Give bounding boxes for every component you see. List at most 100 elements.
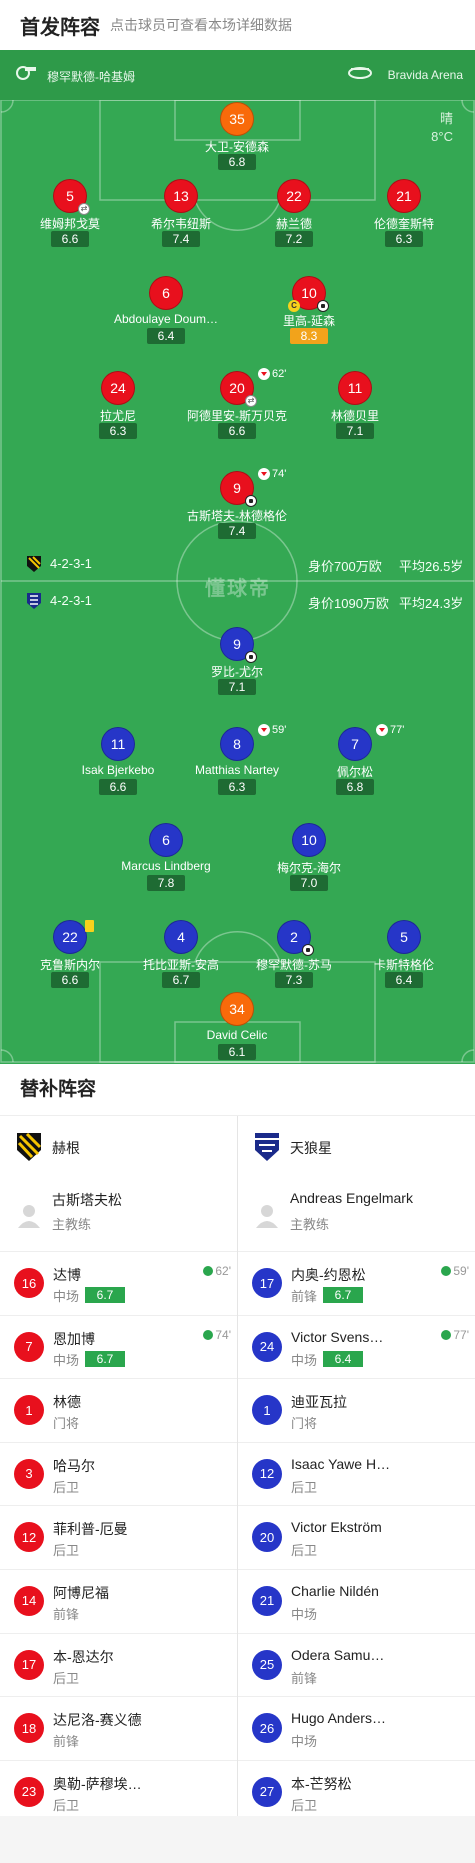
list-item[interactable]: 20 Victor Ekström 后卫 (238, 1506, 475, 1570)
sub-off-tag: 74' (258, 468, 286, 480)
away-player-8[interactable]: 8 59' Matthias Nartey 6.3 (172, 724, 302, 795)
list-item[interactable]: 16 达博 中场 6.7 62' (0, 1252, 237, 1316)
list-item[interactable]: 3 哈马尔 后卫 (0, 1443, 237, 1507)
player-rating: 6.4 (385, 972, 423, 988)
player-number: 34 (220, 992, 254, 1026)
away-player-34[interactable]: 34 David Celic 6.1 (172, 992, 302, 1060)
home-formation: 4-2-3-1 (50, 556, 92, 571)
home-player-9[interactable]: 9 74' 古斯塔夫-林德格伦 7.4 (172, 468, 302, 539)
stadium-name: Bravida Arena (387, 68, 463, 82)
home-player-10[interactable]: 10 C 里高-延森 8.3 (244, 276, 374, 344)
player-rating: 7.1 (336, 423, 374, 439)
away-coach-row[interactable]: Andreas Engelmark 主教练 (238, 1178, 475, 1252)
list-item[interactable]: 26 Hugo Anders… 中场 (238, 1697, 475, 1761)
sub-on-time: 74' (203, 1328, 231, 1342)
home-player-35[interactable]: 35 大卫-安德森 6.8 (172, 102, 302, 170)
list-item[interactable]: 27 本-芒努松 后卫 (238, 1761, 475, 1825)
away-player-5[interactable]: 5 卡斯特格伦 6.4 (339, 920, 469, 988)
home-player-20[interactable]: 20 62' ⇄ 阿德里安-斯万贝克 6.6 (172, 368, 302, 439)
list-item[interactable]: 14 阿博尼福 前锋 (0, 1570, 237, 1634)
sub-position: 后卫 (53, 1670, 80, 1686)
sub-number: 24 (252, 1331, 282, 1362)
sub-name: Victor Ekström (291, 1519, 382, 1536)
player-number: 4 (164, 920, 198, 954)
sub-name: 内奥-约恩松 (291, 1267, 366, 1283)
list-item[interactable]: 23 奥勒-萨穆埃… 后卫 (0, 1761, 237, 1825)
list-item[interactable]: 7 恩加博 中场 6.7 74' (0, 1316, 237, 1380)
sub-number: 12 (14, 1522, 44, 1553)
list-item[interactable]: 17 内奥-约恩松 前锋 6.7 59' (238, 1252, 475, 1316)
sub-minute: 77' (390, 724, 405, 736)
home-market-value: 身价700万欧 (308, 559, 382, 574)
sub-on-time: 62' (203, 1264, 231, 1278)
sub-position: 后卫 (53, 1797, 80, 1813)
list-item[interactable]: 17 本-恩达尔 后卫 (0, 1634, 237, 1698)
player-rating: 6.3 (385, 231, 423, 247)
player-name: Marcus Lindberg (121, 859, 211, 873)
captain-icon: C (288, 300, 300, 312)
sub-on-icon (441, 1266, 452, 1276)
substitution-icon: ⇄ (245, 395, 257, 407)
list-item[interactable]: 25 Odera Samu… 前锋 (238, 1634, 475, 1698)
weather-condition: 晴 (439, 111, 453, 126)
subs-panel: 赫根 古斯塔夫松 主教练 16 达博 中场 6.7 62' 7 恩加博 中场 6… (0, 1116, 475, 1816)
sub-name: Charlie Nildén (291, 1582, 379, 1599)
list-item[interactable]: 24 Victor Svens… 中场 6.4 77' (238, 1316, 475, 1380)
sub-number: 17 (14, 1649, 44, 1680)
player-name: 卡斯特格伦 (373, 958, 434, 972)
player-name: 林德贝里 (330, 409, 379, 423)
sub-rating: 6.4 (323, 1350, 363, 1367)
away-player-9[interactable]: 9 罗比-尤尔 7.1 (172, 627, 302, 695)
player-name: 伦德奎斯特 (373, 217, 434, 231)
list-item[interactable]: 1 迪亚瓦拉 门将 (238, 1379, 475, 1443)
player-name: 托比亚斯-安高 (143, 958, 219, 972)
list-item[interactable]: 12 Isaac Yawe H… 后卫 (238, 1443, 475, 1507)
sub-name: Victor Svens… (291, 1328, 384, 1345)
home-player-13[interactable]: 13 希尔韦纽斯 7.4 (116, 179, 246, 247)
sub-name: Odera Samu… (291, 1646, 385, 1663)
list-item[interactable]: 12 菲利普-厄曼 后卫 (0, 1506, 237, 1570)
sub-name: Isaac Yawe H… (291, 1455, 391, 1472)
player-name: 里高-延森 (283, 314, 335, 328)
home-player-24[interactable]: 24 拉尤尼 6.3 (53, 371, 183, 439)
home-coach-name: 穆罕默德-哈基姆 (47, 70, 135, 84)
coach-role: 主教练 (52, 1217, 92, 1232)
stadium-icon (348, 67, 372, 79)
home-player-11[interactable]: 11 林德贝里 7.1 (290, 371, 420, 439)
away-average-age: 平均24.3岁 (399, 596, 464, 611)
player-rating: 6.7 (162, 972, 200, 988)
player-name: 大卫-安德森 (205, 140, 269, 154)
sub-off-icon (258, 468, 270, 480)
home-coach-row[interactable]: 古斯塔夫松 主教练 (0, 1178, 237, 1252)
away-player-6[interactable]: 6 Marcus Lindberg 7.8 (101, 823, 231, 891)
sub-number: 25 (252, 1649, 282, 1680)
hacken-logo-icon (27, 556, 41, 572)
list-item[interactable]: 18 达尼洛-赛义德 前锋 (0, 1697, 237, 1761)
sub-rating: 6.7 (85, 1287, 125, 1303)
sub-number: 26 (252, 1713, 282, 1744)
away-player-4[interactable]: 4 托比亚斯-安高 6.7 (116, 920, 246, 988)
sub-number: 3 (14, 1458, 44, 1489)
list-item[interactable]: 21 Charlie Nildén 中场 (238, 1570, 475, 1634)
sub-name: 达尼洛-赛义德 (53, 1712, 142, 1729)
page-title: 首发阵容 (20, 16, 100, 39)
sub-number: 27 (252, 1776, 282, 1807)
sub-on-icon (203, 1266, 214, 1276)
home-player-6[interactable]: 6 Abdoulaye Doum… 6.4 (101, 276, 231, 344)
player-rating: 6.8 (218, 154, 256, 170)
away-player-10[interactable]: 10 梅尔克-海尔 7.0 (244, 823, 374, 891)
away-player-7[interactable]: 7 77' 佩尔松 6.8 (290, 724, 420, 795)
sub-name: Hugo Anders… (291, 1710, 386, 1727)
player-name: 罗比-尤尔 (211, 665, 263, 679)
home-player-21[interactable]: 21 伦德奎斯特 6.3 (339, 179, 469, 247)
player-number: 11 (338, 371, 372, 405)
sub-name: 达博 (53, 1267, 81, 1283)
away-player-11[interactable]: 11 Isak Bjerkebo 6.6 (53, 727, 183, 795)
player-rating-best: 8.3 (290, 328, 328, 344)
list-item[interactable]: 1 林德 门将 (0, 1379, 237, 1443)
sub-number: 12 (252, 1458, 282, 1489)
player-number: 22 (277, 179, 311, 213)
sub-number: 18 (14, 1713, 44, 1744)
goal-ball-icon (302, 944, 314, 956)
player-rating: 6.6 (51, 972, 89, 988)
